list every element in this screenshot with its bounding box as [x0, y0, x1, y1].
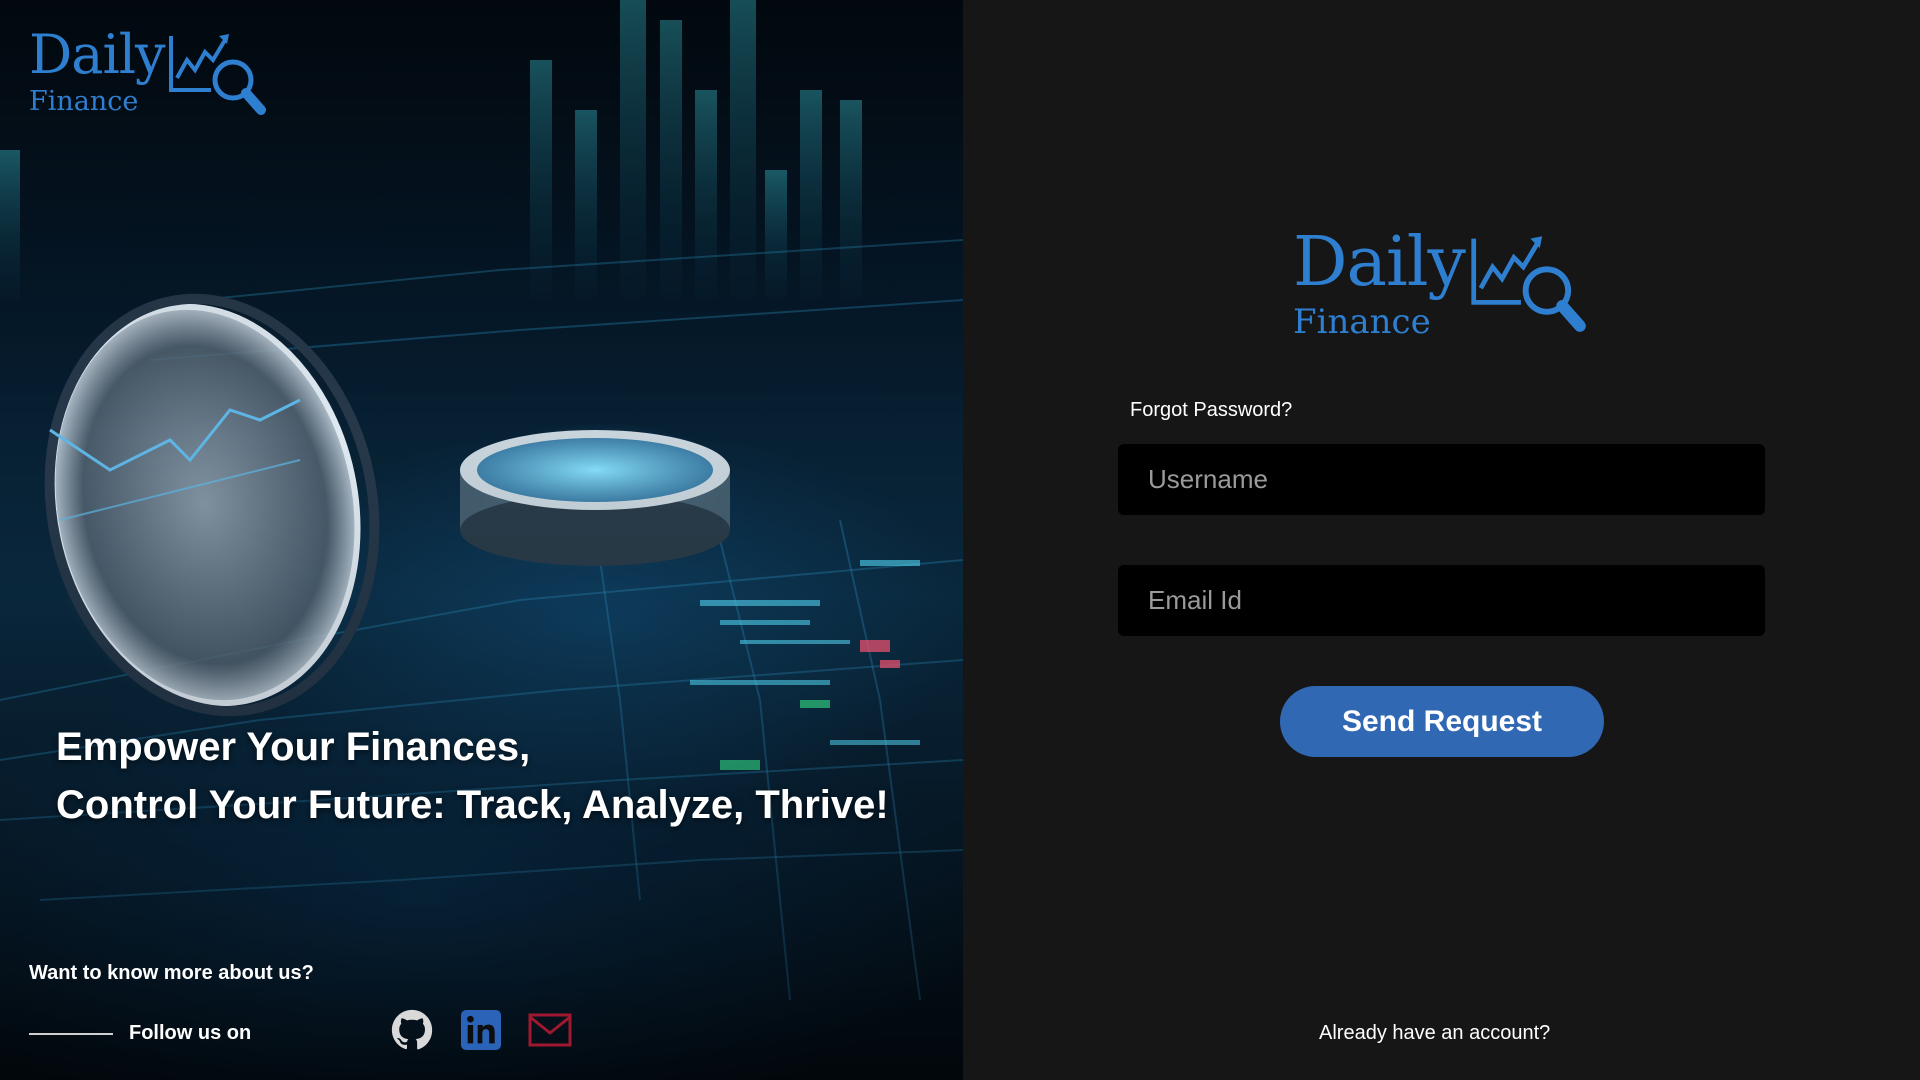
brand-logo-large: Daily Finance [1293, 229, 1587, 343]
login-link[interactable]: Already have an account? [1319, 1022, 1550, 1045]
form-title: Forgot Password? [1130, 399, 1293, 421]
email-input[interactable] [1118, 565, 1765, 636]
hero-tagline-line1: Empower Your Finances, [56, 725, 531, 769]
github-link[interactable] [390, 1008, 434, 1052]
hero-overlay [0, 0, 963, 1080]
send-request-button[interactable]: Send Request [1280, 686, 1604, 757]
follow-us-label: Follow us on [129, 1022, 252, 1044]
mail-icon [528, 1013, 572, 1047]
linkedin-icon [461, 1010, 501, 1050]
brand-logo-small: Daily Finance [29, 28, 267, 124]
follow-divider [29, 1033, 113, 1035]
brand-name-finance: Finance [1293, 302, 1431, 342]
chart-magnifier-icon [168, 34, 266, 115]
form-panel [963, 0, 1920, 1080]
brand-name-daily: Daily [29, 23, 166, 86]
github-icon [391, 1009, 433, 1050]
hero-panel: Daily Finance Empower Your Finances, Con… [0, 0, 963, 1080]
brand-name-finance: Finance [29, 86, 139, 117]
email-link[interactable] [528, 1008, 572, 1052]
linkedin-link[interactable] [459, 1008, 503, 1052]
hero-tagline-line2: Control Your Future: Track, Analyze, Thr… [56, 783, 889, 827]
chart-magnifier-icon [1471, 236, 1586, 332]
hero-tagline: Empower Your Finances, Control Your Futu… [56, 718, 889, 834]
username-input[interactable] [1118, 444, 1765, 515]
know-more-text: Want to know more about us? [29, 962, 314, 984]
brand-name-daily: Daily [1293, 223, 1466, 302]
